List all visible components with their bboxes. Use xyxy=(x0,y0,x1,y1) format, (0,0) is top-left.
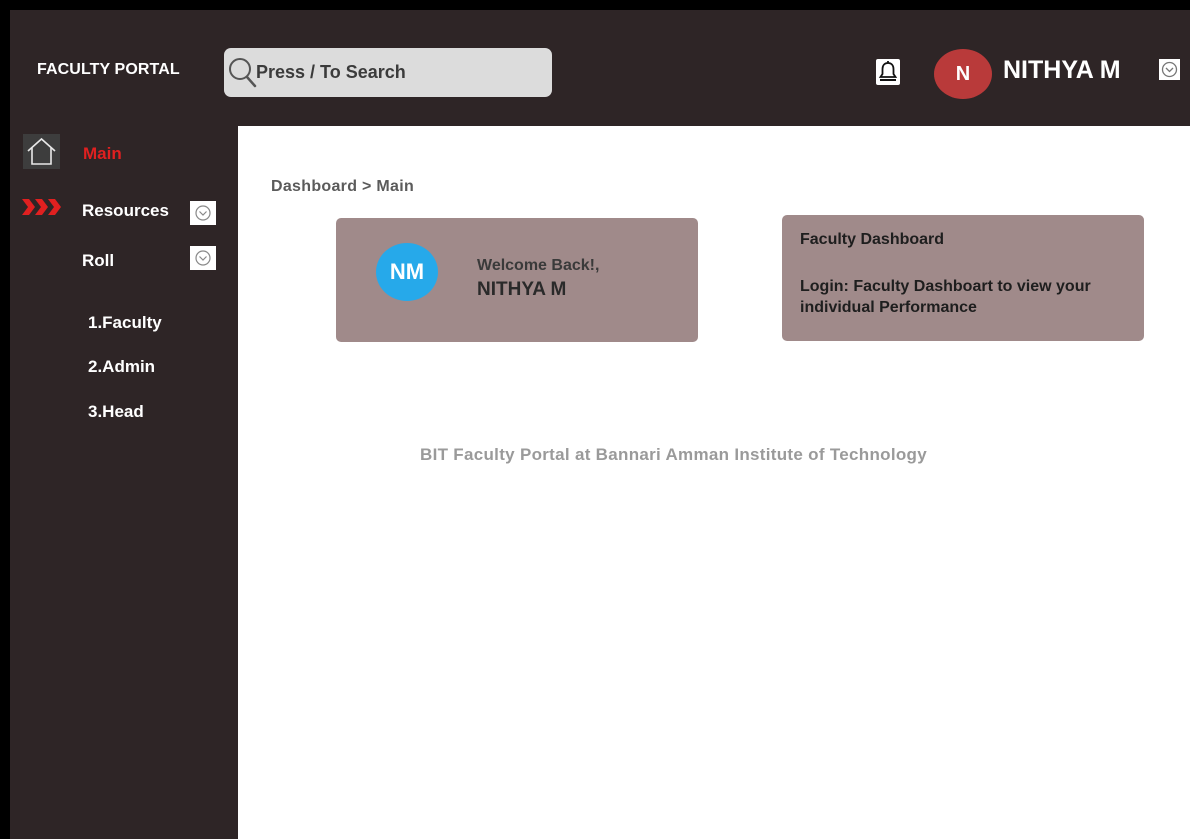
avatar: NM xyxy=(376,243,438,301)
arrows-icon xyxy=(22,199,61,215)
sidebar-item-resources[interactable]: Resources xyxy=(82,201,169,221)
search-input[interactable] xyxy=(256,48,546,97)
search-box[interactable] xyxy=(224,48,552,97)
welcome-name: NITHYA M xyxy=(477,279,567,300)
user-menu-button[interactable] xyxy=(1159,59,1180,80)
chevron-down-icon xyxy=(195,250,211,266)
breadcrumb: Dashboard > Main xyxy=(271,178,415,195)
top-header: FACULTY PORTAL N NITHYA M xyxy=(10,10,1190,126)
user-avatar[interactable]: N xyxy=(934,49,992,99)
roll-subitem-faculty[interactable]: 1.Faculty xyxy=(88,313,162,333)
top-border xyxy=(0,0,1190,10)
chevron-down-icon xyxy=(1161,61,1178,78)
roll-subitem-head[interactable]: 3.Head xyxy=(88,402,144,422)
user-name[interactable]: NITHYA M xyxy=(1003,56,1121,85)
sidebar-item-roll[interactable]: Roll xyxy=(82,251,114,271)
notification-button[interactable] xyxy=(876,59,900,85)
roll-dropdown-button[interactable] xyxy=(190,246,216,270)
brand-title: FACULTY PORTAL xyxy=(37,61,180,78)
roll-subitem-admin[interactable]: 2.Admin xyxy=(88,357,155,377)
faculty-dashboard-title: Faculty Dashboard xyxy=(800,231,945,248)
welcome-greeting: Welcome Back!, xyxy=(477,257,600,274)
sidebar: Main Resources Roll 1.Faculty 2.Admin 3.… xyxy=(10,126,238,839)
chevron-down-icon xyxy=(195,205,211,221)
welcome-card: NM Welcome Back!, NITHYA M xyxy=(336,218,698,342)
home-icon[interactable] xyxy=(23,134,60,169)
resources-dropdown-button[interactable] xyxy=(190,201,216,225)
left-border xyxy=(0,0,10,839)
search-icon xyxy=(229,58,257,88)
page: FACULTY PORTAL N NITHYA M xyxy=(0,0,1190,839)
faculty-dashboard-description: Login: Faculty Dashboart to view your in… xyxy=(800,278,1091,316)
bell-icon xyxy=(878,61,898,81)
footer-text: BIT Faculty Portal at Bannari Amman Inst… xyxy=(420,445,927,464)
faculty-dashboard-card[interactable]: Faculty Dashboard Login: Faculty Dashboa… xyxy=(782,215,1144,341)
sidebar-item-main[interactable]: Main xyxy=(83,144,122,164)
